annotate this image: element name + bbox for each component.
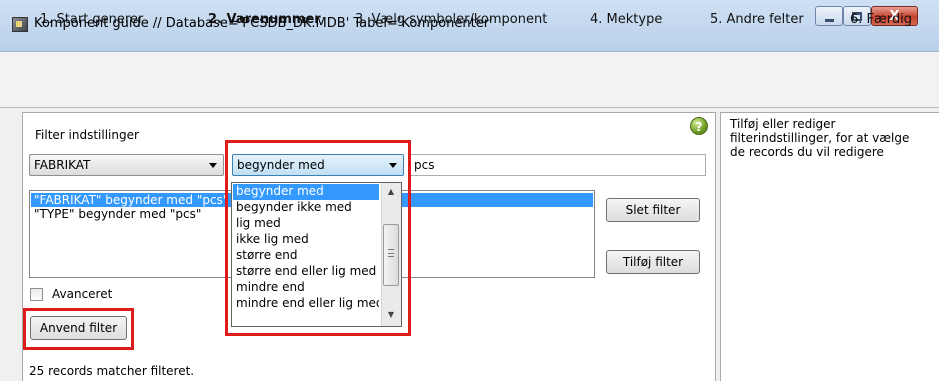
step-bar [0, 52, 939, 108]
highlight-box-operator [225, 140, 411, 336]
step-vaelg-symboler[interactable]: 3. Vælg symboler/komponent [355, 12, 547, 27]
app-icon [12, 17, 28, 32]
filter-list-item[interactable]: "TYPE" begynder med "pcs" [31, 207, 201, 221]
highlight-box-apply [23, 308, 134, 350]
step-mektype[interactable]: 4. Mektype [590, 12, 662, 27]
filter-heading: Filter indstillinger [35, 128, 139, 142]
add-filter-button[interactable]: Tilføj filter [606, 250, 700, 274]
minimize-button[interactable] [815, 6, 843, 26]
minimize-icon [824, 18, 834, 22]
delete-filter-button[interactable]: Slet filter [606, 198, 700, 222]
status-text: 25 records matcher filteret. [29, 364, 195, 378]
advanced-label: Avanceret [52, 287, 113, 301]
help-icon[interactable]: ? [690, 117, 708, 135]
step-faerdig[interactable]: 6. Færdig [850, 12, 912, 27]
step-start-generer[interactable]: 1. Start generer [40, 12, 143, 27]
chevron-down-icon [209, 163, 217, 168]
step-varenummer[interactable]: 2. Varenummer [208, 12, 321, 27]
field-select-value: FABRIKAT [34, 158, 91, 172]
field-select[interactable]: FABRIKAT [29, 154, 224, 176]
advanced-checkbox[interactable] [30, 288, 43, 301]
filter-value-input[interactable]: pcs [409, 154, 706, 176]
help-text: Tilføj eller rediger filterindstillinger… [730, 117, 910, 159]
step-andre-felter[interactable]: 5. Andre felter [710, 12, 804, 27]
